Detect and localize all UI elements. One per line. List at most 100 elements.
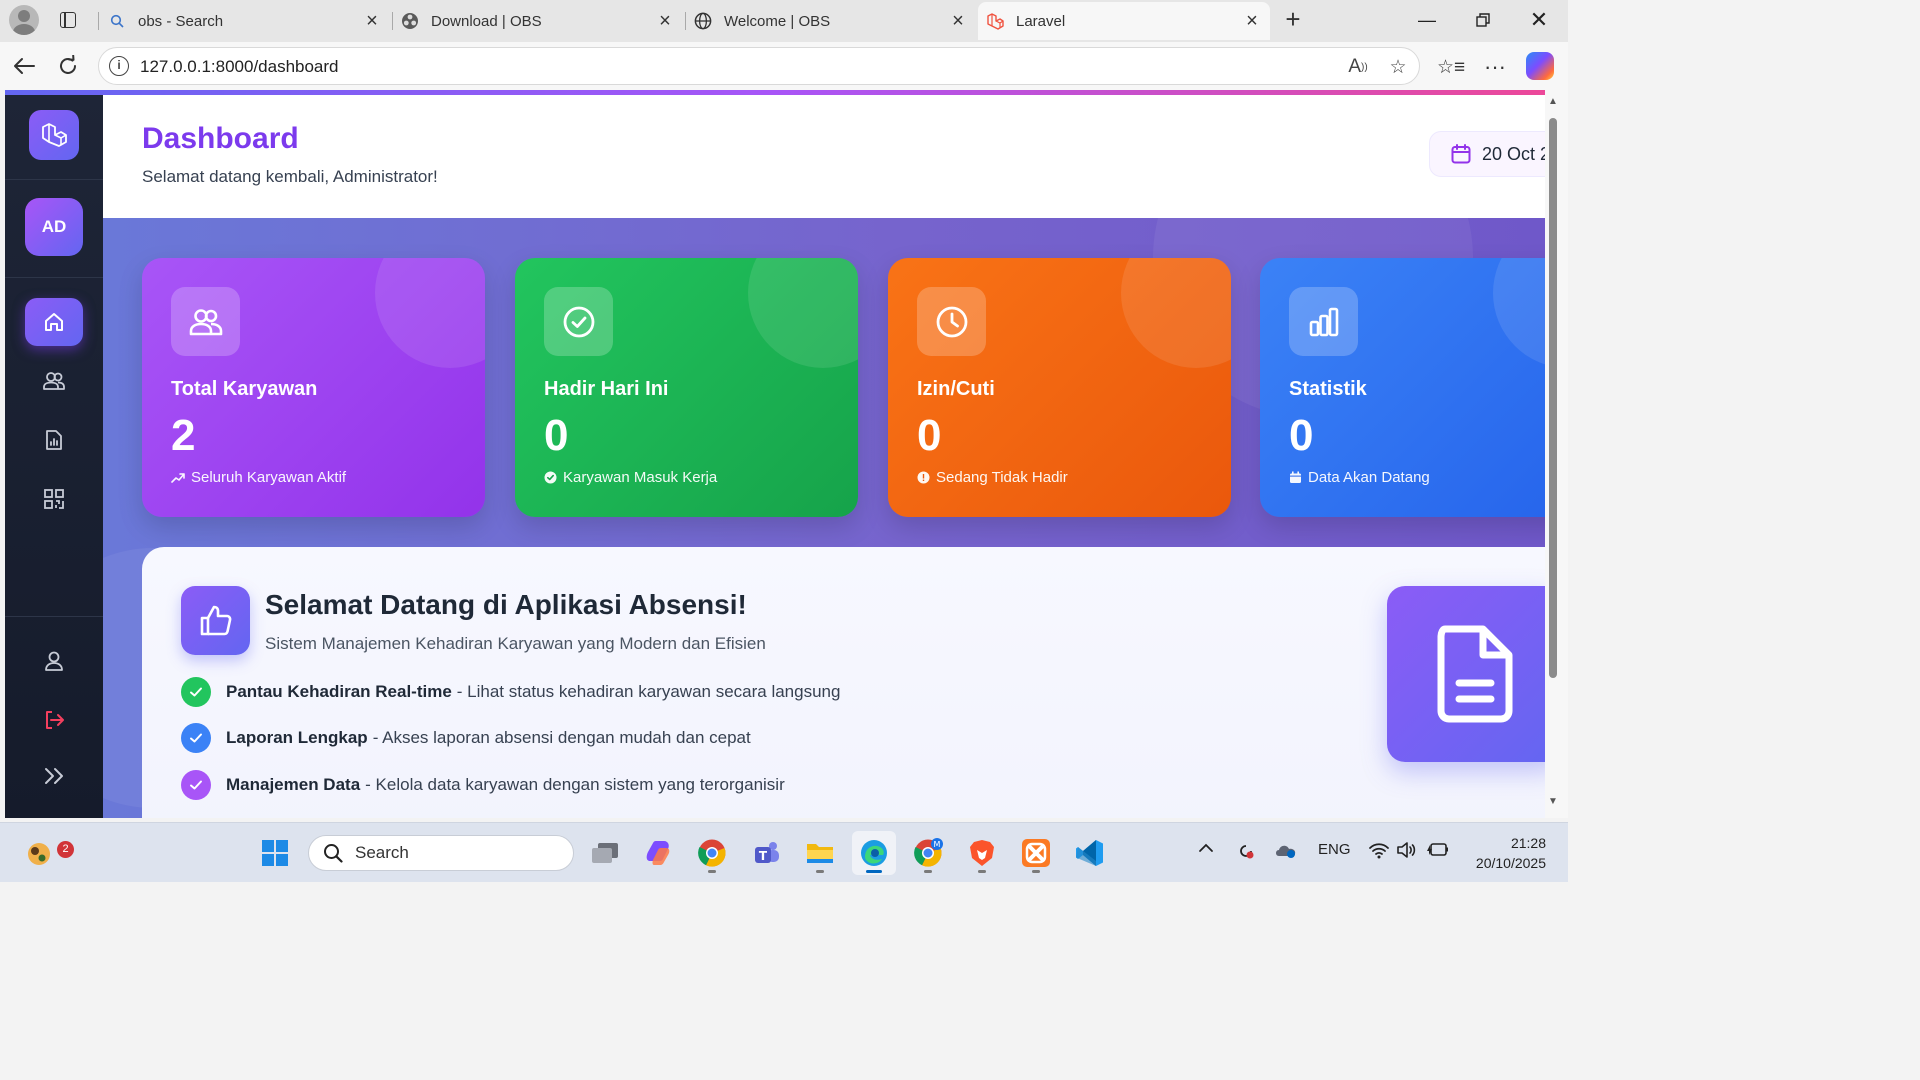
document-icon (1387, 586, 1545, 762)
feature-item: Pantau Kehadiran Real-time - Lihat statu… (181, 677, 840, 707)
feature-description: - Kelola data karyawan dengan sistem yan… (365, 775, 785, 794)
browser-tab[interactable]: obs - Search × (100, 2, 390, 40)
windows-start-icon[interactable] (253, 831, 297, 875)
tab-actions-icon[interactable] (56, 8, 80, 32)
expand-icon (45, 768, 63, 784)
page-scrollbar[interactable]: ▲ ▼ (1545, 90, 1568, 818)
sidebar-item-dashboard[interactable] (25, 298, 83, 346)
stat-label: Izin/Cuti (917, 378, 995, 400)
clock-time: 21:28 (1510, 835, 1546, 851)
read-aloud-icon[interactable]: A)) (1345, 54, 1371, 80)
xampp-icon[interactable] (1014, 831, 1058, 875)
new-tab-button[interactable]: + (1278, 5, 1308, 35)
close-tab-icon[interactable]: × (1238, 7, 1266, 35)
card-decoration (748, 258, 858, 368)
profile-icon[interactable] (9, 5, 39, 35)
stat-footer: Karyawan Masuk Kerja (544, 469, 717, 486)
sync-icon[interactable] (1236, 841, 1256, 865)
stat-card-hadir-hari-ini[interactable]: Hadir Hari Ini 0 Karyawan Masuk Kerja (515, 258, 858, 517)
stat-value: 2 (171, 411, 196, 460)
app-logo[interactable] (29, 110, 79, 160)
close-tab-icon[interactable]: × (358, 7, 386, 35)
edge-icon[interactable] (852, 831, 896, 875)
stat-label: Total Karyawan (171, 378, 318, 400)
chevron-up-icon[interactable] (1198, 841, 1214, 858)
stat-value: 0 (544, 411, 569, 460)
vscode-icon[interactable] (1068, 831, 1112, 875)
restore-icon[interactable] (1460, 5, 1506, 35)
sidebar-divider (5, 616, 103, 617)
sidebar-item-reports[interactable] (25, 416, 83, 464)
widgets-icon[interactable]: 2 (17, 831, 74, 875)
favorites-icon[interactable]: ☆≡ (1437, 54, 1465, 80)
chrome-profile-icon[interactable]: M (906, 831, 950, 875)
back-icon[interactable] (8, 50, 40, 82)
task-view-icon[interactable] (583, 831, 627, 875)
minimize-icon[interactable]: — (1404, 5, 1450, 35)
system-clock[interactable]: 21:28 20/10/2025 (1466, 833, 1546, 873)
more-menu-icon[interactable]: ··· (1482, 54, 1508, 80)
feature-title: Laporan Lengkap (226, 728, 368, 747)
scroll-down-icon[interactable]: ▼ (1547, 796, 1559, 807)
qr-code-icon (44, 489, 64, 509)
scroll-up-icon[interactable]: ▲ (1547, 96, 1559, 107)
close-window-icon[interactable]: ✕ (1516, 5, 1562, 35)
stat-footer: Seluruh Karyawan Aktif (171, 469, 346, 486)
battery-icon[interactable] (1426, 841, 1450, 863)
favorite-star-icon[interactable]: ☆ (1385, 54, 1411, 80)
notification-badge: 2 (57, 841, 74, 858)
page-subtitle: Selamat datang kembali, Administrator! (142, 167, 438, 186)
close-tab-icon[interactable]: × (651, 7, 679, 35)
running-indicator (924, 870, 932, 873)
running-indicator (978, 870, 986, 873)
running-indicator (816, 870, 824, 873)
scrollbar-thumb[interactable] (1549, 118, 1557, 678)
sidebar-item-qr-scan[interactable] (25, 475, 83, 523)
file-explorer-icon[interactable] (798, 831, 842, 875)
sidebar-item-employees[interactable] (25, 357, 83, 405)
taskbar-search-input[interactable]: Search (308, 835, 574, 871)
refresh-icon[interactable] (52, 50, 84, 82)
site-info-icon[interactable]: i (109, 56, 129, 76)
browser-toolbar: i 127.0.0.1:8000/dashboard A)) ☆ ☆≡ ··· (0, 42, 1568, 90)
browser-tab-active[interactable]: Laravel × (978, 2, 1270, 40)
stat-value: 0 (1289, 411, 1314, 460)
running-indicator (1032, 870, 1040, 873)
top-accent-line (5, 90, 1545, 95)
clock-date: 20/10/2025 (1475, 855, 1546, 871)
close-tab-icon[interactable]: × (944, 7, 972, 35)
check-circle-icon (544, 287, 613, 356)
browser-tab[interactable]: Welcome | OBS × (686, 2, 976, 40)
chrome-icon[interactable] (690, 831, 734, 875)
stat-card-total-karyawan[interactable]: Total Karyawan 2 Seluruh Karyawan Aktif (142, 258, 485, 517)
stat-footer-text: Seluruh Karyawan Aktif (191, 469, 347, 486)
volume-icon[interactable] (1396, 841, 1418, 863)
sidebar-item-expand[interactable] (25, 752, 83, 800)
stat-card-statistik[interactable]: Statistik 0 Data Akan Datang (1260, 258, 1545, 517)
language-indicator[interactable]: ENG (1318, 841, 1351, 858)
onedrive-icon[interactable] (1274, 841, 1298, 863)
browser-tab[interactable]: Download | OBS × (393, 2, 683, 40)
avatar[interactable]: AD (25, 198, 83, 256)
address-bar[interactable]: i 127.0.0.1:8000/dashboard A)) ☆ (98, 47, 1420, 85)
users-icon (43, 372, 65, 390)
home-icon (45, 313, 63, 331)
card-decoration (1493, 258, 1545, 368)
copilot-icon[interactable] (1526, 52, 1554, 80)
search-placeholder: Search (355, 843, 409, 862)
teams-icon[interactable]: T (744, 831, 788, 875)
check-icon (181, 677, 211, 707)
date-chip: 20 Oct 2 (1429, 131, 1545, 177)
sidebar-item-profile[interactable] (25, 637, 83, 685)
feature-item: Manajemen Data - Kelola data karyawan de… (181, 770, 785, 800)
card-decoration (1121, 258, 1231, 368)
stat-card-izin-cuti[interactable]: Izin/Cuti 0 Sedang Tidak Hadir (888, 258, 1231, 517)
copilot-app-icon[interactable] (636, 831, 680, 875)
chart-icon (1289, 287, 1358, 356)
wifi-icon[interactable] (1368, 841, 1390, 863)
tab-title: Welcome | OBS (724, 12, 831, 30)
brave-icon[interactable] (960, 831, 1004, 875)
tab-title: Download | OBS (431, 12, 542, 30)
running-indicator (866, 870, 882, 873)
sidebar-item-logout[interactable] (25, 696, 83, 744)
